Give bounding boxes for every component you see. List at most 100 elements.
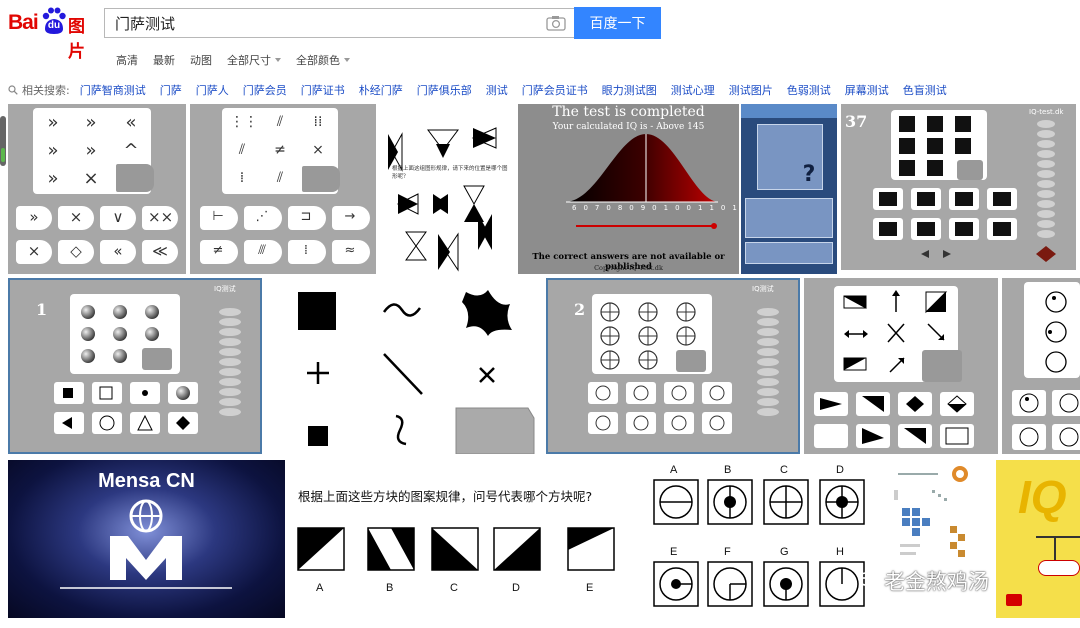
option-label: B	[386, 582, 394, 594]
x-axis-scale: 60708090100110120130140	[572, 204, 739, 212]
related-link[interactable]: 门萨会员证书	[522, 82, 588, 98]
cover-logo	[1006, 594, 1022, 606]
image-result-8[interactable]	[266, 278, 542, 454]
option-symbol: ◇	[70, 242, 82, 260]
pattern-symbol: ⨯	[312, 142, 324, 158]
related-link[interactable]: 色弱测试	[787, 82, 831, 98]
mensa-logo-icon	[60, 499, 232, 589]
filter-color-dropdown[interactable]: 全部颜色	[296, 52, 350, 68]
wechat-icon	[858, 572, 879, 589]
option-symbol: ×	[69, 208, 83, 226]
filter-label: 高清	[116, 54, 138, 67]
image-result-4[interactable]: The test is completed Your calculated IQ…	[518, 104, 739, 274]
search-input[interactable]	[105, 9, 535, 37]
related-link[interactable]: 门萨证书	[301, 82, 345, 98]
filter-latest[interactable]: 最新	[153, 52, 175, 68]
search-button[interactable]: 百度一下	[574, 7, 661, 39]
missing-piece	[116, 164, 154, 192]
image-result-10[interactable]	[804, 278, 998, 454]
double-chevron-icon: »	[85, 112, 97, 133]
answer-option: ⊐	[288, 206, 326, 230]
double-chevron-icon: »	[47, 168, 59, 189]
option-symbol: →	[344, 209, 356, 224]
image-result-11[interactable]	[1002, 278, 1080, 454]
cross-icon: ×	[83, 168, 99, 189]
circle-dot-pattern	[1012, 291, 1080, 450]
image-result-6[interactable]: 37 IQ-test.dk	[841, 104, 1076, 270]
bowtie-puzzle	[388, 127, 497, 272]
image-result-16[interactable]: IQ	[996, 460, 1080, 618]
pattern-symbol: ⫽	[276, 114, 284, 130]
filter-size-dropdown[interactable]: 全部尺寸	[227, 52, 281, 68]
wheel-pattern	[588, 302, 779, 434]
image-result-7[interactable]: 1 IQ测试	[8, 278, 262, 454]
related-link[interactable]: 屏幕测试	[845, 82, 889, 98]
related-link[interactable]: 门萨会员	[243, 82, 287, 98]
option-symbol: ×	[27, 242, 41, 260]
answer-option: ×	[16, 240, 52, 264]
filter-animated[interactable]: 动图	[190, 52, 212, 68]
missing-piece	[302, 166, 340, 192]
app-titlebar	[741, 104, 837, 118]
answer-option: →	[332, 206, 370, 230]
related-link[interactable]: 门萨智商测试	[80, 82, 146, 98]
triangle-options	[297, 527, 615, 571]
answer-option: ⊢	[200, 206, 238, 230]
image-result-2[interactable]: ⋮⋮ ⫽ ⁞⁞ ⫽ ≠ ⨯ ⁞ ⫽ ⊢ ⋰ ⊐ → ≠ ⫻ ⁞ ≈	[190, 104, 376, 274]
filter-hd[interactable]: 高清	[116, 52, 138, 68]
logo-bai-text: Bai	[8, 11, 39, 34]
option-label: A	[316, 582, 324, 594]
related-link[interactable]: 门萨俱乐部	[417, 82, 472, 98]
checker-pattern	[873, 116, 1056, 262]
double-chevron-icon: »	[47, 140, 59, 161]
related-link[interactable]: 门萨人	[196, 82, 229, 98]
image-result-13[interactable]: 根据上面这些方块的图案规律，问号代表哪个方块呢? A B C D E	[288, 460, 624, 618]
cover-line	[1036, 536, 1080, 538]
camera-icon[interactable]	[546, 15, 566, 31]
related-link[interactable]: 门萨	[160, 82, 182, 98]
answer-option: ⫻	[244, 240, 282, 264]
related-label: 相关搜索:	[8, 82, 70, 98]
arrow-pattern	[814, 290, 974, 448]
baidu-images-logo[interactable]: Bai du 图片	[8, 7, 100, 61]
related-link[interactable]: 色盲测试	[903, 82, 947, 98]
image-result-3[interactable]: 根据上面这组图形规律，请下来的位置是哪个图形呢？	[378, 104, 516, 274]
answer-option: ××	[142, 206, 178, 230]
image-result-14[interactable]: A B C D E F G H	[628, 460, 870, 618]
result-copyright: Copyright IQ-Test.dk	[594, 264, 663, 272]
option-label: D	[512, 582, 520, 594]
option-symbol: ≠	[212, 243, 224, 258]
image-result-1[interactable]: » » « » » ^ » × » × ∨ ×× × ◇ « ≪	[8, 104, 186, 274]
answer-option: ∨	[100, 206, 136, 230]
shape-grid	[298, 290, 535, 454]
answer-option: ⋰	[244, 206, 282, 230]
related-link[interactable]: 测试心理	[671, 82, 715, 98]
image-result-12[interactable]: Mensa CN	[8, 460, 285, 618]
option-symbol: »	[29, 208, 39, 226]
chevron-down-icon	[275, 58, 281, 62]
option-symbol: «	[113, 242, 123, 260]
option-symbol: ⋰	[255, 209, 269, 224]
image-result-5[interactable]: ?	[741, 104, 837, 274]
option-label: C	[450, 582, 458, 594]
option-symbol: ⊢	[212, 209, 224, 224]
related-link[interactable]: 朴经门萨	[359, 82, 403, 98]
filter-label: 动图	[190, 54, 212, 67]
pattern-symbol: ≠	[274, 142, 286, 158]
filter-label: 最新	[153, 54, 175, 67]
related-link[interactable]: 眼力测试图	[602, 82, 657, 98]
search-box	[104, 8, 574, 38]
logo-images-text: 图片	[68, 17, 85, 61]
pattern-symbol: ⫽	[276, 170, 284, 186]
option-label: E	[586, 582, 594, 594]
chevron-down-icon	[344, 58, 350, 62]
image-result-9[interactable]: 2 IQ测试	[546, 278, 800, 454]
pattern-symbol: ⫽	[238, 142, 246, 158]
related-link[interactable]: 测试图片	[729, 82, 773, 98]
related-searches: 相关搜索: 门萨智商测试 门萨 门萨人 门萨会员 门萨证书 朴经门萨 门萨俱乐部…	[8, 82, 961, 98]
filter-label: 全部颜色	[296, 54, 340, 67]
answer-option: ≈	[332, 240, 370, 264]
logo-du-text: du	[47, 20, 61, 31]
option-symbol: ⊐	[300, 209, 312, 224]
related-link[interactable]: 测试	[486, 82, 508, 98]
